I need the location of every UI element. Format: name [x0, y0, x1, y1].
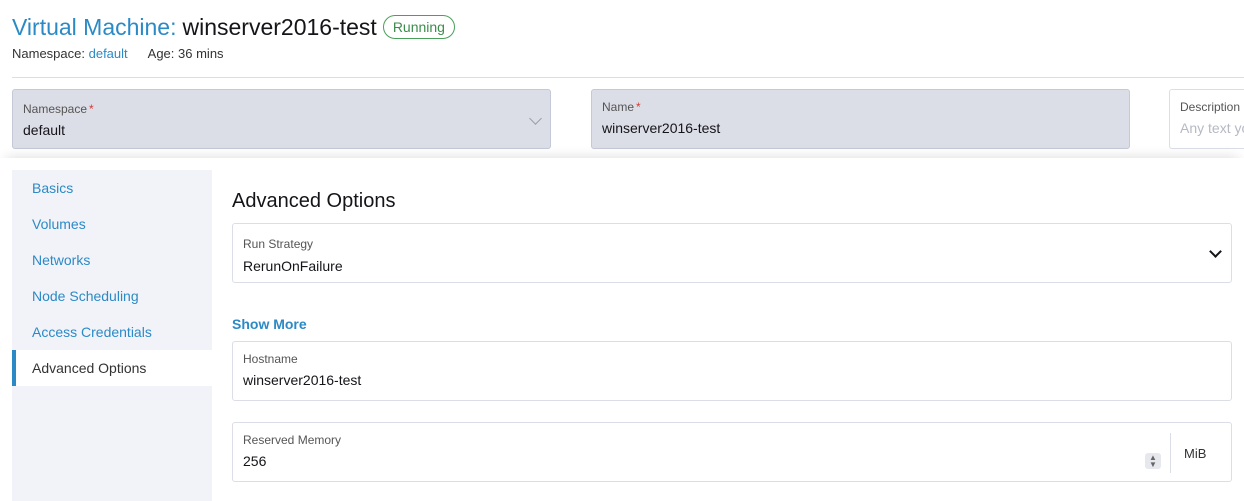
- sidebar-item-volumes[interactable]: Volumes: [12, 206, 212, 242]
- hostname-label: Hostname: [243, 352, 298, 366]
- run-strategy-label: Run Strategy: [243, 237, 314, 251]
- sidebar: Basics Volumes Networks Node Scheduling …: [12, 170, 212, 501]
- namespace-select[interactable]: Namespace * default: [12, 89, 551, 149]
- namespace-select-value: default: [23, 122, 66, 138]
- chevron-down-icon: [529, 112, 542, 125]
- sidebar-item-advanced-options[interactable]: Advanced Options: [12, 350, 212, 386]
- description-field[interactable]: Description Any text you want: [1169, 89, 1244, 149]
- show-more-link[interactable]: Show More: [232, 316, 307, 332]
- age-meta: Age: 36 mins: [148, 46, 224, 61]
- namespace-meta-label: Namespace:: [12, 46, 85, 61]
- reserved-memory-field[interactable]: Reserved Memory 256 ▲ ▼ MiB: [232, 422, 1232, 482]
- reserved-memory-label: Reserved Memory: [243, 433, 342, 447]
- header-meta: Namespace: default Age: 36 mins: [12, 46, 455, 61]
- page-title: winserver2016-test: [182, 13, 377, 40]
- section-title: Advanced Options: [232, 190, 396, 212]
- age-label: Age:: [147, 46, 175, 61]
- name-field-value: winserver2016-test: [602, 120, 721, 136]
- sidebar-item-basics[interactable]: Basics: [12, 170, 212, 206]
- run-strategy-value: RerunOnFailure: [243, 258, 343, 274]
- run-strategy-select[interactable]: Run Strategy RerunOnFailure: [232, 223, 1232, 283]
- sidebar-item-networks[interactable]: Networks: [12, 242, 212, 278]
- description-placeholder: Any text you want: [1180, 120, 1244, 136]
- namespace-select-label: Namespace *: [23, 102, 94, 116]
- memory-unit: MiB: [1184, 446, 1207, 461]
- chevron-down-icon: [1209, 245, 1222, 258]
- page-header: Virtual Machine: winserver2016-test Runn…: [12, 12, 455, 61]
- namespace-meta: Namespace: default: [12, 46, 128, 61]
- age-value: 36 mins: [178, 46, 224, 61]
- status-badge: Running: [382, 15, 455, 39]
- hostname-value: winserver2016-test: [243, 372, 362, 388]
- name-field-label: Name *: [602, 100, 641, 114]
- description-field-label: Description: [1180, 100, 1241, 114]
- reserved-memory-value: 256: [243, 453, 267, 469]
- header-divider: [12, 77, 1244, 78]
- unit-divider: [1170, 433, 1171, 473]
- sidebar-item-access-credentials[interactable]: Access Credentials: [12, 314, 212, 350]
- name-field[interactable]: Name * winserver2016-test: [591, 89, 1130, 149]
- page-title-prefix: Virtual Machine:: [12, 13, 177, 40]
- number-stepper-icon[interactable]: ▲ ▼: [1145, 453, 1161, 469]
- title-row: Virtual Machine: winserver2016-test Runn…: [12, 12, 455, 42]
- sidebar-item-node-scheduling[interactable]: Node Scheduling: [12, 278, 212, 314]
- edit-panel: Basics Volumes Networks Node Scheduling …: [0, 158, 1244, 501]
- namespace-link[interactable]: default: [89, 46, 128, 61]
- hostname-field[interactable]: Hostname winserver2016-test: [232, 341, 1232, 401]
